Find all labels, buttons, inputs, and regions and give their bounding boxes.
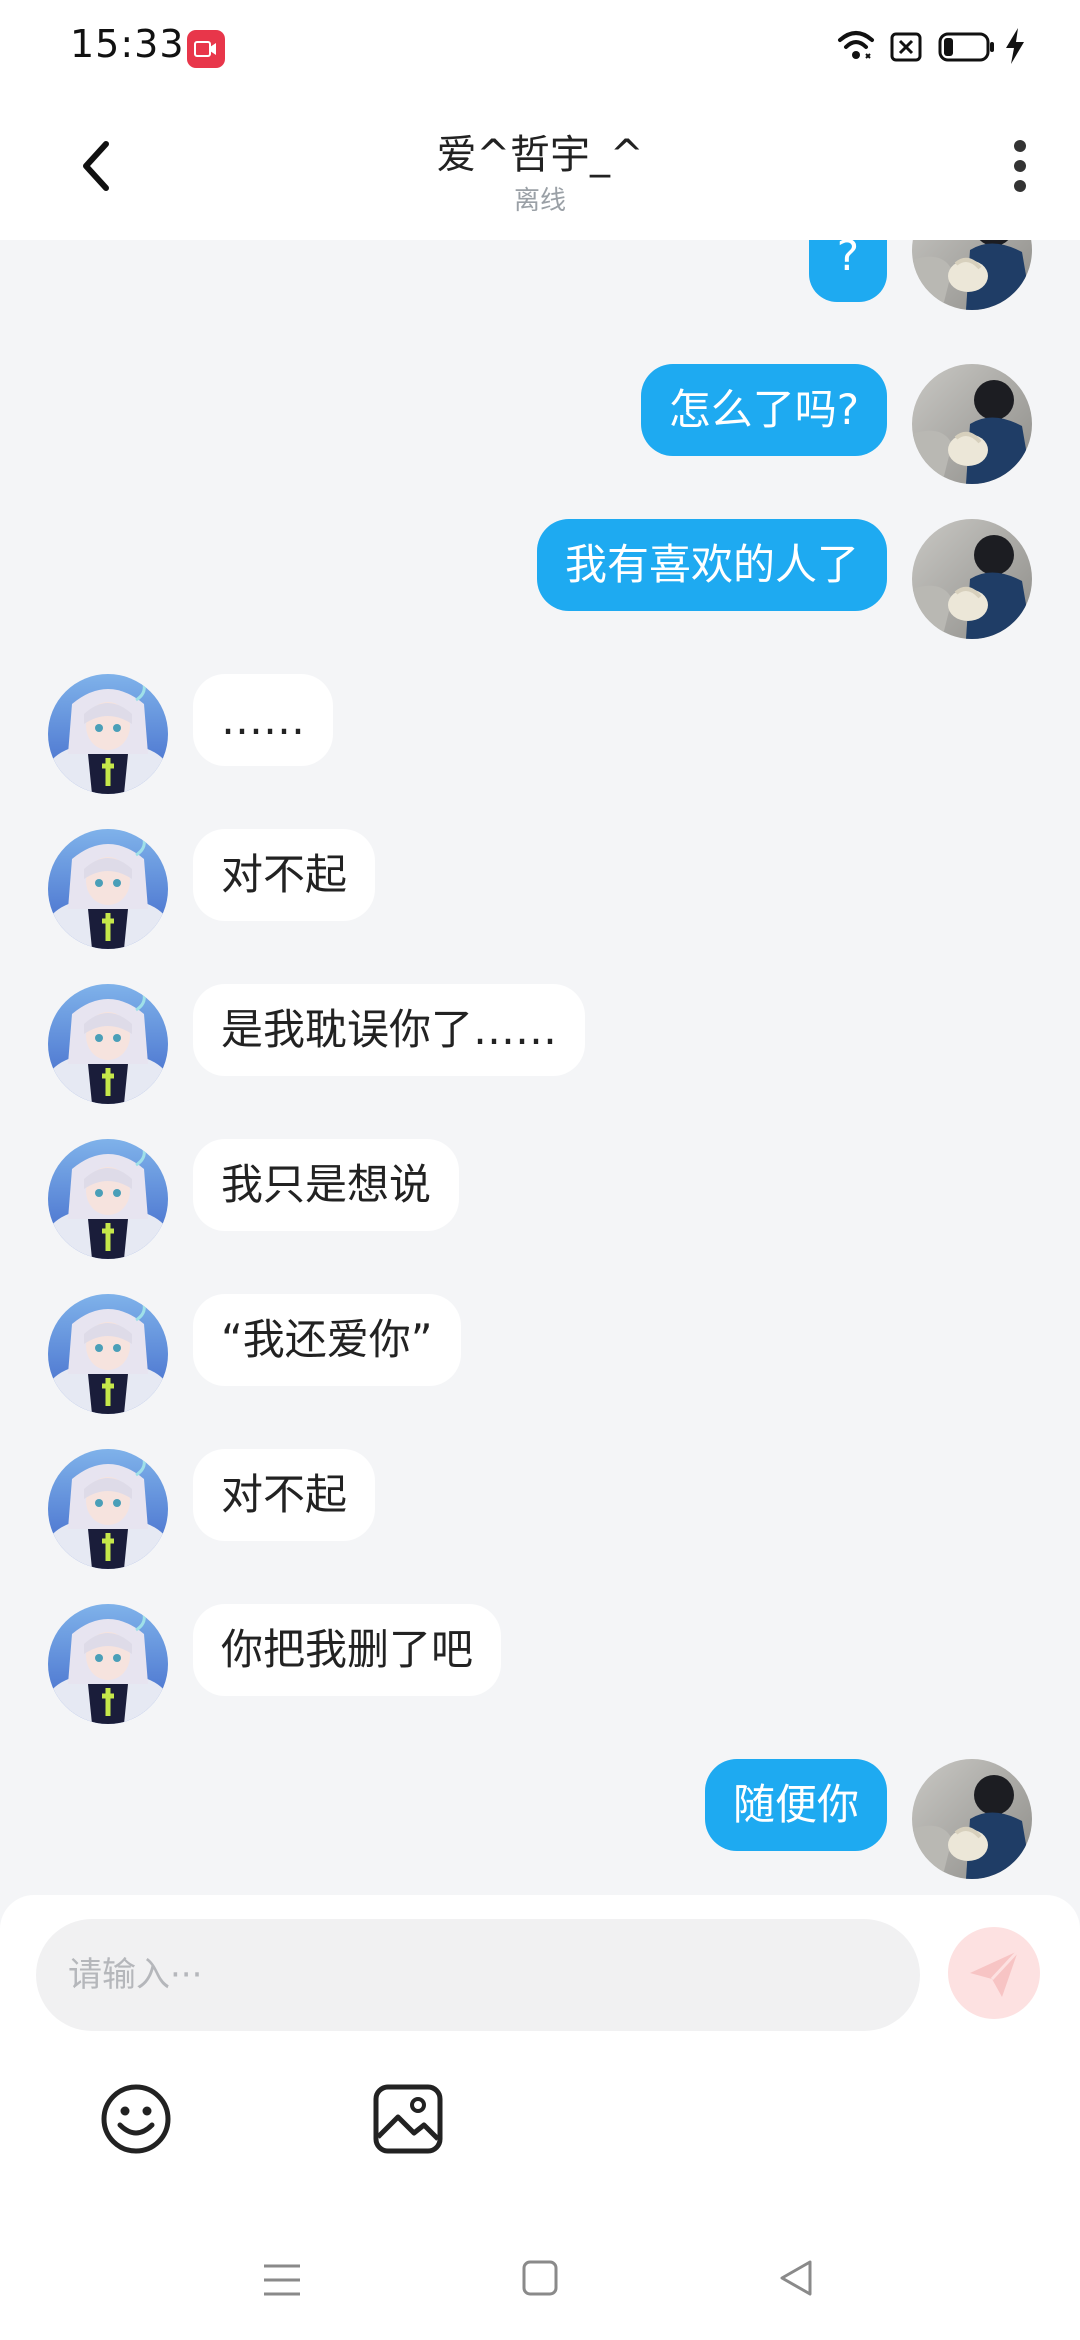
online-status: 离线 xyxy=(513,186,566,216)
contact-avatar[interactable] xyxy=(48,1139,168,1259)
send-icon xyxy=(970,1949,1020,1997)
screen-record-icon xyxy=(187,30,225,68)
status-icons xyxy=(836,28,1036,68)
more-button[interactable] xyxy=(1000,136,1040,196)
wifi-icon xyxy=(836,28,876,68)
message-bubble[interactable]: 怎么了吗? xyxy=(640,364,887,456)
sim-off-icon xyxy=(890,32,922,66)
contact-avatar[interactable] xyxy=(48,674,168,794)
home-icon[interactable] xyxy=(520,2258,560,2302)
contact-avatar[interactable] xyxy=(48,829,168,949)
message-bubble[interactable]: 我有喜欢的人了 xyxy=(536,519,887,611)
charging-icon xyxy=(1004,28,1026,68)
message-bubble[interactable]: 对不起 xyxy=(193,1449,376,1541)
more-vertical-icon xyxy=(1014,140,1026,192)
status-time: 15:33 xyxy=(70,22,185,66)
contact-avatar[interactable] xyxy=(48,1604,168,1724)
system-nav-bar xyxy=(0,2220,1080,2340)
message-list[interactable]: ? 怎么了吗? 我有喜欢的人了 …… 对不起 是我耽误你了…… 我只是想说 “我… xyxy=(0,240,1080,1895)
menu-icon[interactable] xyxy=(262,2260,302,2304)
my-avatar[interactable] xyxy=(912,364,1032,484)
my-avatar[interactable] xyxy=(912,1759,1032,1879)
battery-icon xyxy=(938,32,996,66)
emoji-icon xyxy=(101,2084,171,2154)
my-avatar[interactable] xyxy=(912,240,1032,310)
chat-header: 爱^哲宇_^ 离线 xyxy=(0,96,1080,240)
message-bubble[interactable]: 你把我删了吧 xyxy=(193,1604,502,1696)
message-bubble[interactable]: 是我耽误你了…… xyxy=(193,984,586,1076)
back-triangle-icon[interactable] xyxy=(776,2258,816,2302)
status-bar: 15:33 xyxy=(0,0,1080,96)
contact-avatar[interactable] xyxy=(48,1294,168,1414)
send-button[interactable] xyxy=(948,1927,1040,2019)
contact-avatar[interactable] xyxy=(48,1449,168,1569)
message-bubble[interactable]: 对不起 xyxy=(193,829,376,921)
message-input[interactable] xyxy=(36,1919,920,2031)
message-bubble[interactable]: 随便你 xyxy=(704,1759,887,1851)
message-bubble[interactable]: 我只是想说 xyxy=(193,1139,460,1231)
image-button[interactable] xyxy=(368,2079,448,2159)
emoji-button[interactable] xyxy=(96,2079,176,2159)
message-bubble[interactable]: ? xyxy=(808,240,887,302)
contact-avatar[interactable] xyxy=(48,984,168,1104)
image-icon xyxy=(373,2084,443,2154)
chat-title: 爱^哲宇_^ xyxy=(436,132,644,178)
message-bubble[interactable]: …… xyxy=(193,674,333,766)
my-avatar[interactable] xyxy=(912,519,1032,639)
message-bubble[interactable]: “我还爱你” xyxy=(193,1294,461,1386)
chat-screen: 15:33 爱^哲宇_^ 离线 ? 怎么了吗? 我有喜欢的人了 …… 对不起 是… xyxy=(0,0,1080,2340)
